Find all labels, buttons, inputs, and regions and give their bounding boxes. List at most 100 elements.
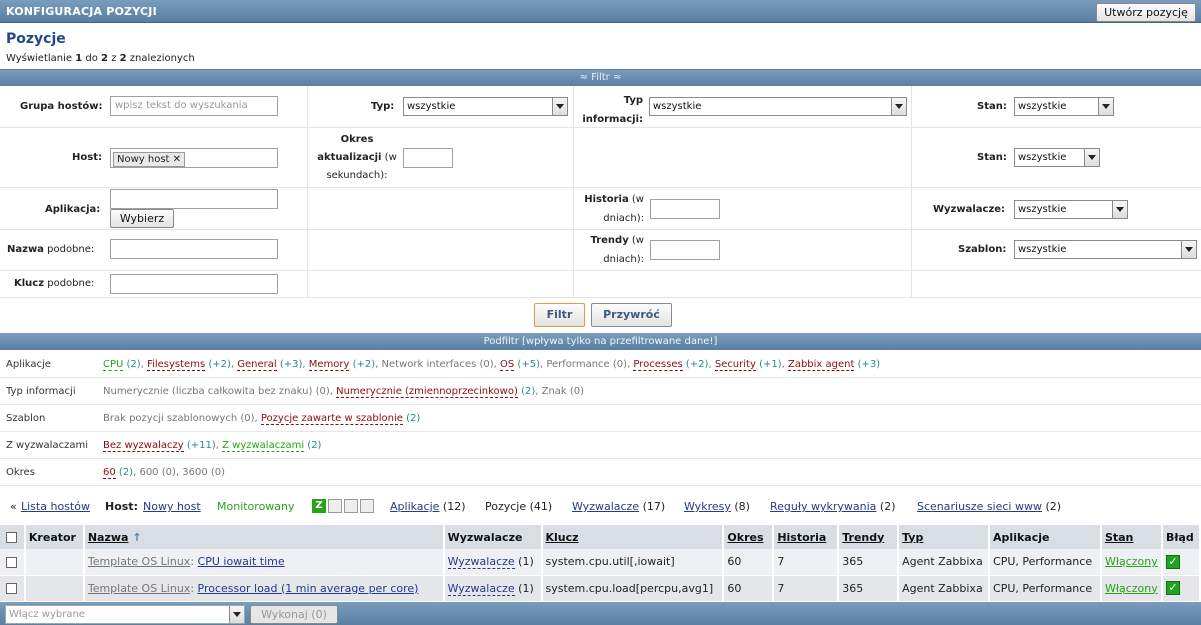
apps-link[interactable]: Aplikacje — [390, 500, 439, 513]
action-select[interactable]: Włącz wybrane — [5, 605, 245, 624]
key-cell: system.cpu.load[percpu,avg1] — [541, 575, 725, 602]
state-select[interactable]: wszystkie — [1014, 97, 1114, 116]
subfilter-option[interactable]: General — [237, 359, 277, 371]
col-type[interactable]: Typ — [898, 525, 991, 549]
subfilter-count: (+2) — [685, 359, 709, 370]
col-trends[interactable]: Trendy — [838, 525, 900, 549]
item-name-link[interactable]: CPU iowait time — [198, 555, 285, 568]
subfilter-option: 600 — [139, 467, 159, 478]
subfilter-count: (+2) — [208, 359, 231, 370]
col-name[interactable]: Nazwa ↑ — [83, 525, 445, 549]
execute-button[interactable]: Wykonaj (0) — [250, 605, 338, 624]
subfilter-triggers-row: Z wyzwalaczami Bez wyzwalaczy (+11), Z w… — [0, 432, 1201, 459]
graphs-link[interactable]: Wykresy — [684, 500, 731, 513]
interval-cell: 60 — [723, 575, 775, 602]
host-list-link[interactable]: Lista hostów — [21, 500, 90, 513]
name-input[interactable] — [110, 239, 278, 259]
template-link[interactable]: Template OS Linux — [88, 555, 190, 568]
subfilter-count: (0) — [210, 467, 226, 478]
row-checkbox[interactable] — [6, 583, 18, 594]
item-triggers-link[interactable]: Wyzwalacze — [447, 555, 515, 570]
interval-input[interactable] — [403, 148, 453, 168]
subfilter-option: Performance — [546, 359, 610, 370]
history-input[interactable] — [650, 199, 720, 219]
subfilter-count: (2) — [406, 413, 421, 424]
history-label: Historia (w dniach): — [584, 194, 644, 224]
subfilter-option[interactable]: Security — [714, 359, 756, 371]
subfilter-option[interactable]: Numerycznie (zmiennoprzecinkowo) — [336, 386, 518, 398]
apps-cell: CPU, Performance — [989, 575, 1102, 602]
create-item-button[interactable]: Utwórz pozycję — [1096, 3, 1196, 22]
filter-toggle-bar[interactable]: ≈ Filtr ≈ — [0, 70, 1201, 86]
col-creator: Kreator — [24, 525, 85, 549]
close-icon[interactable]: ✕ — [173, 154, 181, 165]
chevron-down-icon — [1112, 201, 1127, 218]
section-heading: Pozycje — [6, 31, 66, 47]
subfilter-option[interactable]: 60 — [103, 467, 116, 479]
subfilter-option[interactable]: Processes — [633, 359, 683, 371]
subfilter-count: (+3) — [279, 359, 303, 370]
col-apps: Aplikacje — [989, 525, 1102, 549]
subfilter-count: (0) — [479, 359, 494, 370]
status-toggle-link[interactable]: Włączony — [1105, 582, 1158, 595]
reset-button[interactable]: Przywróć — [591, 303, 672, 327]
col-status[interactable]: Stan — [1100, 525, 1163, 549]
col-history[interactable]: Historia — [773, 525, 840, 549]
state2-label: Stan: — [977, 152, 1007, 163]
subfilter-option[interactable]: Filesystems — [147, 359, 206, 371]
item-triggers-link[interactable]: Wyzwalacze — [447, 581, 515, 596]
template-link[interactable]: Template OS Linux — [88, 582, 190, 595]
triggers-link[interactable]: Wyzwalacze — [572, 500, 639, 513]
col-key[interactable]: Klucz — [541, 525, 725, 549]
discovery-link[interactable]: Reguły wykrywania — [770, 500, 876, 513]
subfilter-option[interactable]: Bez wyzwalaczy — [103, 440, 184, 452]
info-type-select[interactable]: wszystkie — [649, 97, 907, 116]
host-name-link[interactable]: Nowy host — [143, 500, 201, 513]
status-toggle-link[interactable]: Włączony — [1105, 555, 1158, 568]
title-bar: KONFIGURACJA POZYCJI Utwórz pozycję — [0, 0, 1201, 23]
type-select[interactable]: wszystkie — [403, 97, 568, 116]
item-name-link[interactable]: Processor load (1 min average per core) — [198, 582, 419, 595]
subfilter-option[interactable]: OS — [500, 359, 515, 371]
zabbix-agent-icon: Z — [312, 499, 326, 513]
subfilter-count: (2) — [521, 386, 536, 397]
filter-button[interactable]: Filtr — [534, 303, 585, 327]
page-title: KONFIGURACJA POZYCJI — [6, 5, 157, 18]
subfilter-option[interactable]: Zabbix agent — [787, 359, 855, 371]
subfilter-option: Znak — [541, 386, 567, 397]
subfilter-option[interactable]: Pozycje zawarte w szablonie — [260, 413, 403, 425]
subfilter-interval-values: 60 (2), 600 (0), 3600 (0) — [103, 467, 226, 479]
subfilter-option[interactable]: CPU — [103, 359, 124, 371]
trends-input[interactable] — [650, 240, 720, 260]
subfilter-template-values: Brak pozycji szablonowych (0), Pozycje z… — [103, 413, 421, 425]
select-all-checkbox[interactable] — [6, 532, 18, 543]
subfilter-option[interactable]: Z wyzwalaczami — [222, 440, 305, 452]
col-interval[interactable]: Okres — [723, 525, 775, 549]
host-group-input[interactable]: wpisz tekst do wyszukania — [110, 96, 278, 116]
subfilter-info-values: Numerycznie (liczba całkowita bez znaku)… — [103, 386, 585, 398]
subfilter-option[interactable]: Memory — [308, 359, 350, 371]
chevron-down-icon — [229, 606, 244, 623]
type-cell: Agent Zabbixa — [898, 549, 991, 576]
chevron-down-icon — [891, 98, 906, 115]
type-label: Typ: — [371, 101, 395, 112]
row-checkbox[interactable] — [6, 556, 18, 568]
items-table: Kreator Nazwa ↑ Wyzwalacze Klucz Okres H… — [0, 525, 1201, 602]
checkmark-icon: ✓ — [1165, 554, 1180, 569]
creator-cell — [24, 549, 85, 576]
template-select[interactable]: wszystkie — [1014, 240, 1197, 259]
subfilter-option: 3600 — [182, 467, 208, 478]
checkmark-icon: ✓ — [1165, 581, 1180, 595]
select-app-button[interactable]: Wybierz — [110, 209, 174, 228]
triggers-select[interactable]: wszystkie — [1014, 200, 1128, 219]
back-arrow: « — [10, 500, 17, 513]
key-input[interactable] — [110, 274, 278, 294]
host-multiselect[interactable]: Nowy host ✕ — [110, 148, 278, 168]
app-input[interactable] — [110, 189, 278, 209]
state2-select[interactable]: wszystkie — [1014, 148, 1100, 167]
interval-label: Okres aktualizacji (w sekundach): — [317, 134, 397, 181]
chevron-down-icon — [1098, 98, 1113, 115]
host-label: Host: — [105, 500, 138, 513]
chevron-down-icon — [552, 98, 567, 115]
web-link[interactable]: Scenariusze sieci www — [917, 500, 1042, 513]
